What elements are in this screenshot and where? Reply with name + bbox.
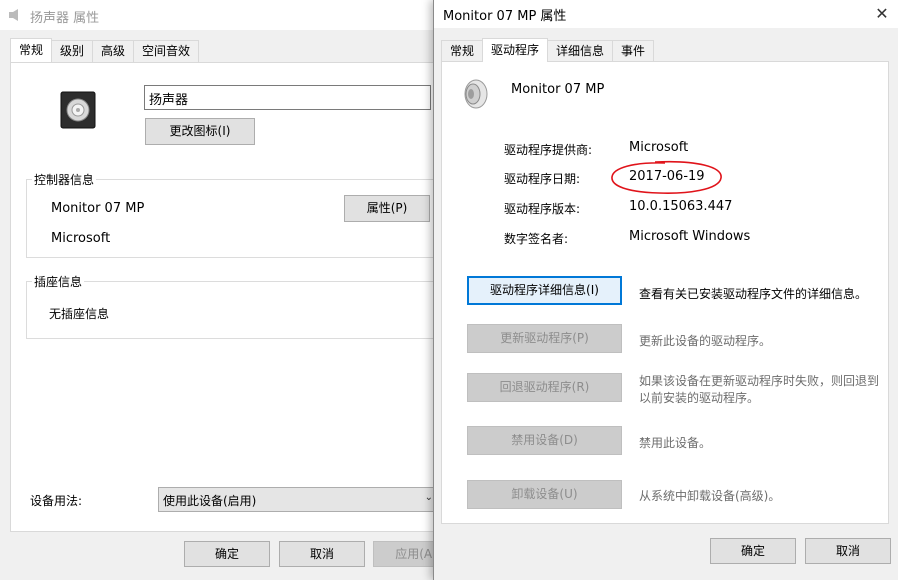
controller-name: Monitor 07 MP	[51, 201, 145, 216]
update-driver-button[interactable]: 更新驱动程序(P)	[467, 324, 622, 353]
controller-properties-button[interactable]: 属性(P)	[344, 195, 430, 222]
controller-info-label: 控制器信息	[32, 171, 97, 188]
device-usage-select[interactable]: 使用此设备(启用) ⌄	[158, 487, 440, 512]
disable-device-desc: 禁用此设备。	[639, 436, 712, 450]
front-cancel-button[interactable]: 取消	[805, 538, 891, 564]
signer-label: 数字签名者:	[504, 232, 569, 246]
driver-version-label: 驱动程序版本:	[504, 202, 581, 216]
front-ok-button[interactable]: 确定	[710, 538, 796, 564]
device-name-input[interactable]: 扬声器	[144, 85, 431, 110]
speaker-app-icon	[9, 9, 18, 21]
uninstall-device-button[interactable]: 卸载设备(U)	[467, 480, 622, 509]
tab-driver[interactable]: 驱动程序	[482, 38, 549, 62]
back-window-title: 扬声器 属性	[30, 11, 100, 26]
back-ok-button[interactable]: 确定	[184, 541, 270, 567]
disable-device-button[interactable]: 禁用设备(D)	[467, 426, 622, 455]
change-icon-button[interactable]: 更改图标(I)	[145, 118, 255, 145]
speaker-properties-window: 扬声器 属性 常规 级别 高级 空间音效 扬声器 更改图标(I) 控制器信息 M…	[0, 0, 459, 580]
controller-vendor: Microsoft	[51, 231, 111, 246]
rollback-driver-desc-line1: 如果该设备在更新驱动程序时失败，则回退到	[639, 374, 880, 388]
close-icon[interactable]: ✕	[872, 4, 892, 24]
rollback-driver-desc-line2: 以前安装的驱动程序。	[639, 391, 760, 405]
update-driver-desc: 更新此设备的驱动程序。	[639, 334, 772, 348]
rollback-driver-button[interactable]: 回退驱动程序(R)	[467, 373, 622, 402]
driver-details-desc: 查看有关已安装驱动程序文件的详细信息。	[639, 287, 868, 301]
jack-info-value: 无插座信息	[49, 307, 110, 321]
speaker-device-icon	[60, 91, 96, 129]
speaker-icon	[464, 79, 488, 109]
tab-general[interactable]: 常规	[441, 40, 484, 62]
tab-details[interactable]: 详细信息	[547, 40, 614, 62]
front-tab-strip: 常规 驱动程序 详细信息 事件	[441, 38, 655, 62]
device-usage-value: 使用此设备(启用)	[163, 494, 257, 508]
driver-details-button[interactable]: 驱动程序详细信息(I)	[467, 276, 622, 305]
jack-info-label: 插座信息	[32, 273, 85, 290]
tab-spatial-sound[interactable]: 空间音效	[133, 40, 200, 62]
provider-label: 驱动程序提供商:	[504, 143, 593, 157]
tab-advanced[interactable]: 高级	[92, 40, 135, 62]
red-circle-annotation	[611, 160, 722, 194]
monitor-properties-window: Monitor 07 MP 属性 ✕ 常规 驱动程序 详细信息 事件 Monit…	[433, 0, 898, 580]
tab-general[interactable]: 常规	[10, 38, 53, 62]
signer-value: Microsoft Windows	[629, 229, 751, 244]
driver-version-value: 10.0.15063.447	[629, 199, 733, 214]
device-usage-label: 设备用法:	[30, 494, 83, 508]
front-titlebar[interactable]: Monitor 07 MP 属性 ✕	[434, 0, 898, 28]
driver-date-label: 驱动程序日期:	[504, 172, 581, 186]
device-name: Monitor 07 MP	[511, 82, 605, 97]
chevron-down-icon: ⌄	[424, 492, 433, 503]
back-titlebar[interactable]: 扬声器 属性	[0, 0, 440, 30]
tab-events[interactable]: 事件	[612, 40, 655, 62]
back-tab-strip: 常规 级别 高级 空间音效	[10, 38, 200, 62]
uninstall-device-desc: 从系统中卸载设备(高级)。	[639, 489, 781, 503]
back-cancel-button[interactable]: 取消	[279, 541, 365, 567]
front-window-title: Monitor 07 MP 属性	[443, 9, 567, 24]
driver-tab-panel: Monitor 07 MP 驱动程序提供商: Microsoft 驱动程序日期:…	[441, 61, 889, 524]
tab-levels[interactable]: 级别	[51, 40, 94, 62]
provider-value: Microsoft	[629, 140, 689, 155]
